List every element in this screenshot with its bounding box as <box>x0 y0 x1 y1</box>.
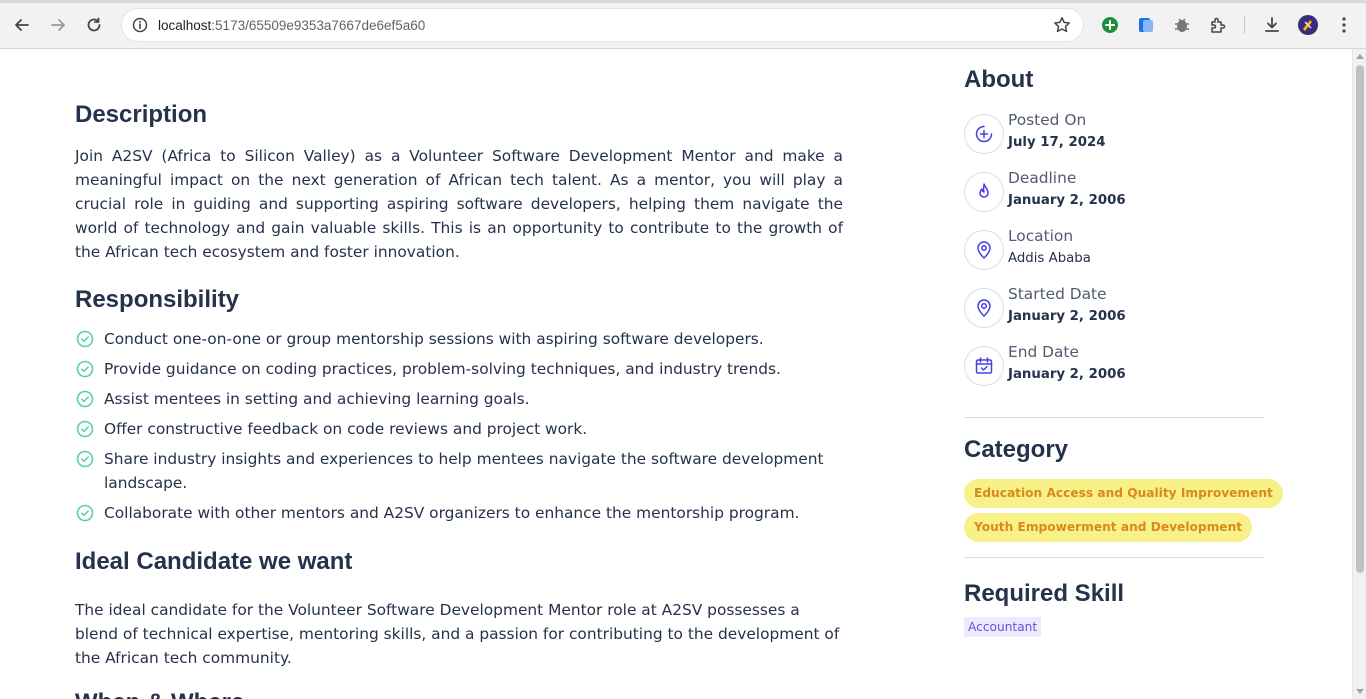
category-chip: Education Access and Quality Improvement <box>964 479 1283 508</box>
forward-arrow-icon <box>51 19 65 31</box>
location-pin-icon <box>964 288 1004 328</box>
forward-button[interactable] <box>46 13 70 37</box>
check-circle-icon <box>76 360 94 378</box>
check-circle-icon <box>76 390 94 408</box>
responsibility-text: Conduct one-on-one or group mentorship s… <box>104 330 764 348</box>
extension-bug-icon[interactable] <box>1170 13 1194 37</box>
tab-strip-edge <box>0 0 1366 3</box>
check-circle-icon <box>76 504 94 522</box>
check-circle-icon <box>76 420 94 438</box>
url-text: localhost:5173/65509e9353a7667de6ef5a60 <box>158 18 426 33</box>
toolbar-separator <box>1244 16 1245 34</box>
bookmark-star-icon[interactable] <box>1053 16 1071 39</box>
sidebar-divider <box>964 417 1264 418</box>
description-heading: Description <box>75 101 208 128</box>
browser-toolbar: localhost:5173/65509e9353a7667de6ef5a60 <box>0 0 1366 49</box>
ideal-candidate-text: The ideal candidate for the Volunteer So… <box>75 601 840 667</box>
about-heading: About <box>964 66 1034 93</box>
responsibility-heading: Responsibility <box>75 286 240 313</box>
responsibility-item: Collaborate with other mentors and A2SV … <box>75 501 843 525</box>
extension-green-plus-icon[interactable] <box>1098 13 1122 37</box>
started-date-value: January 2, 2006 <box>1008 309 1126 324</box>
extensions-puzzle-icon[interactable] <box>1206 13 1230 37</box>
responsibility-item: Assist mentees in setting and achieving … <box>75 387 843 411</box>
category-heading: Category <box>964 436 1069 463</box>
back-arrow-icon <box>15 19 29 31</box>
end-date-label: End Date <box>1008 343 1079 361</box>
job-details-page: Description Join A2SV (Africa to Silicon… <box>0 49 1352 699</box>
about-posted-on: Posted On July 17, 2024 <box>964 111 1264 159</box>
responsibility-item: Provide guidance on coding practices, pr… <box>75 357 843 381</box>
responsibility-text: Assist mentees in setting and achieving … <box>104 390 530 408</box>
about-started-date: Started Date January 2, 2006 <box>964 285 1264 333</box>
responsibility-item: Offer constructive feedback on code revi… <box>75 417 843 441</box>
check-circle-icon <box>76 450 94 468</box>
posted-on-value: July 17, 2024 <box>1008 135 1106 150</box>
scroll-up-arrow-icon[interactable] <box>1356 54 1364 59</box>
about-location: Location Addis Ababa <box>964 227 1264 275</box>
address-bar[interactable]: localhost:5173/65509e9353a7667de6ef5a60 <box>121 8 1084 42</box>
plus-circle-icon <box>964 114 1004 154</box>
responsibility-text: Share industry insights and experiences … <box>104 450 824 492</box>
started-date-label: Started Date <box>1008 285 1107 303</box>
responsibility-item: Conduct one-on-one or group mentorship s… <box>75 327 843 351</box>
fire-icon <box>964 172 1004 212</box>
responsibility-text: Provide guidance on coding practices, pr… <box>104 360 781 378</box>
skill-chip: Accountant <box>964 617 1042 637</box>
browser-menu-icon[interactable] <box>1332 13 1356 37</box>
posted-on-label: Posted On <box>1008 111 1087 129</box>
site-info-icon[interactable] <box>132 17 148 38</box>
end-date-value: January 2, 2006 <box>1008 367 1126 382</box>
deadline-value: January 2, 2006 <box>1008 193 1126 208</box>
responsibility-text: Collaborate with other mentors and A2SV … <box>104 504 800 522</box>
sidebar-divider <box>964 557 1264 558</box>
responsibility-item: Share industry insights and experiences … <box>75 447 843 495</box>
back-button[interactable] <box>10 13 34 37</box>
scroll-down-arrow-icon[interactable] <box>1356 689 1364 694</box>
responsibility-list: Conduct one-on-one or group mentorship s… <box>75 327 843 531</box>
profile-avatar-icon[interactable] <box>1296 13 1320 37</box>
required-skill-heading: Required Skill <box>964 580 1125 607</box>
calendar-icon <box>964 346 1004 386</box>
extension-translate-icon[interactable] <box>1134 13 1158 37</box>
reload-icon <box>87 17 101 32</box>
reload-button[interactable] <box>82 13 106 37</box>
location-label: Location <box>1008 227 1074 245</box>
responsibility-text: Offer constructive feedback on code revi… <box>104 420 588 438</box>
scrollbar-thumb[interactable] <box>1356 65 1364 573</box>
description-text: Join A2SV (Africa to Silicon Valley) as … <box>75 147 843 261</box>
location-pin-icon <box>964 230 1004 270</box>
page-scrollbar[interactable] <box>1352 49 1366 699</box>
ideal-candidate-heading: Ideal Candidate we want <box>75 548 353 575</box>
downloads-icon[interactable] <box>1260 13 1284 37</box>
when-where-heading: When & Where <box>75 689 244 699</box>
location-value: Addis Ababa <box>1008 251 1091 266</box>
about-end-date: End Date January 2, 2006 <box>964 343 1264 391</box>
check-circle-icon <box>76 330 94 348</box>
category-chip: Youth Empowerment and Development <box>964 513 1253 542</box>
about-deadline: Deadline January 2, 2006 <box>964 169 1264 217</box>
deadline-label: Deadline <box>1008 169 1077 187</box>
